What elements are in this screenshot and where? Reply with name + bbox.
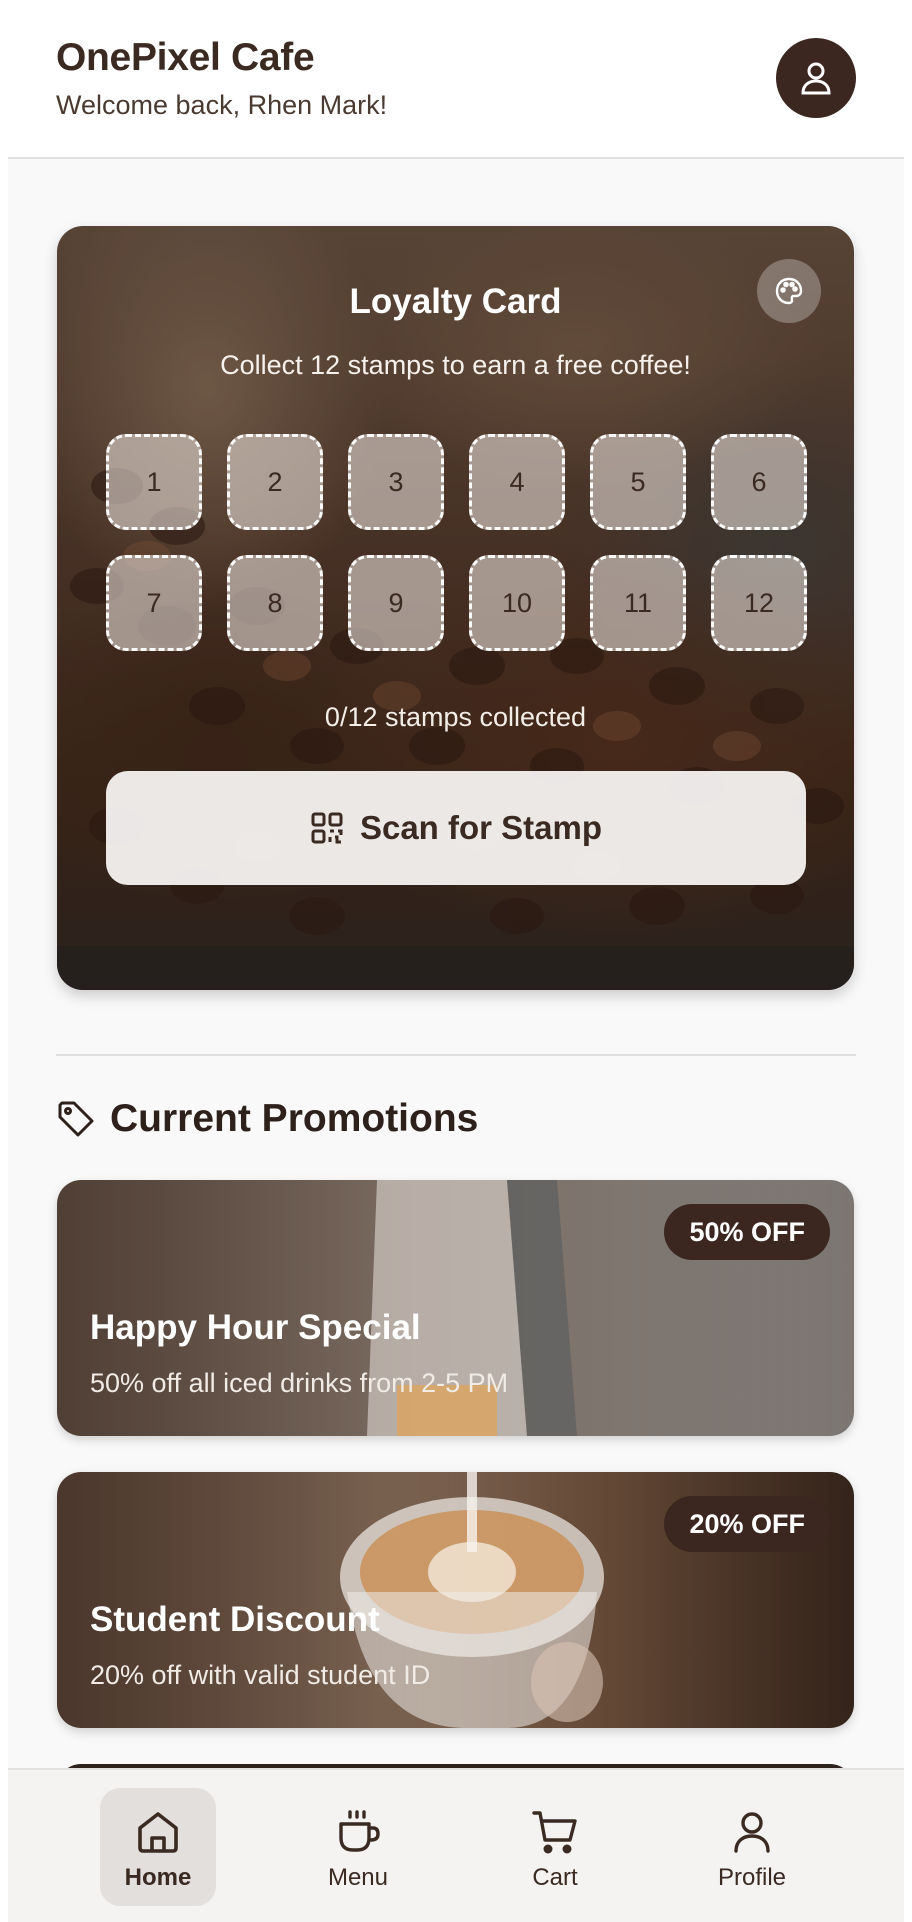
nav-label: Home [124, 1864, 192, 1891]
stamp-slot: 5 [590, 434, 686, 530]
nav-profile[interactable]: Profile [694, 1788, 810, 1906]
promo-card-happy-hour[interactable]: 50% OFF Happy Hour Special 50% off all i… [57, 1180, 854, 1436]
promo-description: 20% off with valid student ID [90, 1660, 431, 1690]
nav-label: Menu [327, 1864, 389, 1891]
stamp-slot: 8 [227, 555, 323, 651]
qr-code-icon [311, 812, 343, 844]
loyalty-card: Loyalty Card Collect 12 stamps to earn a… [57, 226, 854, 990]
scan-for-stamp-label: Scan for Stamp [359, 809, 603, 846]
discount-badge: 50% OFF [664, 1204, 830, 1260]
stamp-slot: 1 [106, 434, 202, 530]
nav-label: Profile [717, 1864, 787, 1891]
stamp-slot: 4 [469, 434, 565, 530]
stamp-slot: 11 [590, 555, 686, 651]
loyalty-card-title: Loyalty Card [349, 282, 562, 321]
promo-card-student-discount[interactable]: 20% OFF Student Discount 20% off with va… [57, 1472, 854, 1728]
tag-icon [58, 1101, 94, 1137]
promo-title: Happy Hour Special [90, 1308, 421, 1347]
stamp-slot: 6 [711, 434, 807, 530]
cart-icon [532, 1811, 577, 1854]
coffee-cup-icon [339, 1810, 380, 1852]
loyalty-card-subtitle: Collect 12 stamps to earn a free coffee! [220, 350, 691, 380]
promo-title: Student Discount [90, 1600, 380, 1639]
stamp-slot: 7 [106, 555, 202, 651]
home-icon [138, 1812, 178, 1853]
promotions-heading: Current Promotions [56, 1093, 478, 1145]
stamp-slot: 3 [348, 434, 444, 530]
scan-for-stamp-button[interactable]: Scan for Stamp [106, 771, 806, 885]
promotions-heading-text: Current Promotions [110, 1097, 479, 1140]
nav-home[interactable]: Home [100, 1788, 216, 1906]
stamp-slot: 10 [469, 555, 565, 651]
app-screen: OnePixel Cafe Welcome back, Rhen Mark! L… [8, 0, 904, 1922]
profile-avatar-button[interactable] [776, 38, 856, 118]
nav-cart[interactable]: Cart [497, 1788, 613, 1906]
welcome-message: Welcome back, Rhen Mark! [56, 90, 388, 120]
app-title: OnePixel Cafe [56, 36, 315, 79]
bottom-navigation: Home Menu Cart Profile [8, 1768, 904, 1922]
nav-label: Cart [532, 1864, 578, 1891]
section-divider [56, 1054, 856, 1056]
stamp-slot: 9 [348, 555, 444, 651]
user-icon [801, 62, 831, 95]
stamp-slot: 12 [711, 555, 807, 651]
user-icon [734, 1812, 770, 1853]
promo-description: 50% off all iced drinks from 2-5 PM [90, 1368, 509, 1398]
stamp-slot: 2 [227, 434, 323, 530]
nav-menu[interactable]: Menu [300, 1788, 416, 1906]
app-header: OnePixel Cafe Welcome back, Rhen Mark! [8, 0, 904, 159]
discount-badge: 20% OFF [664, 1496, 830, 1552]
stamps-collected-status: 0/12 stamps collected [324, 702, 587, 732]
